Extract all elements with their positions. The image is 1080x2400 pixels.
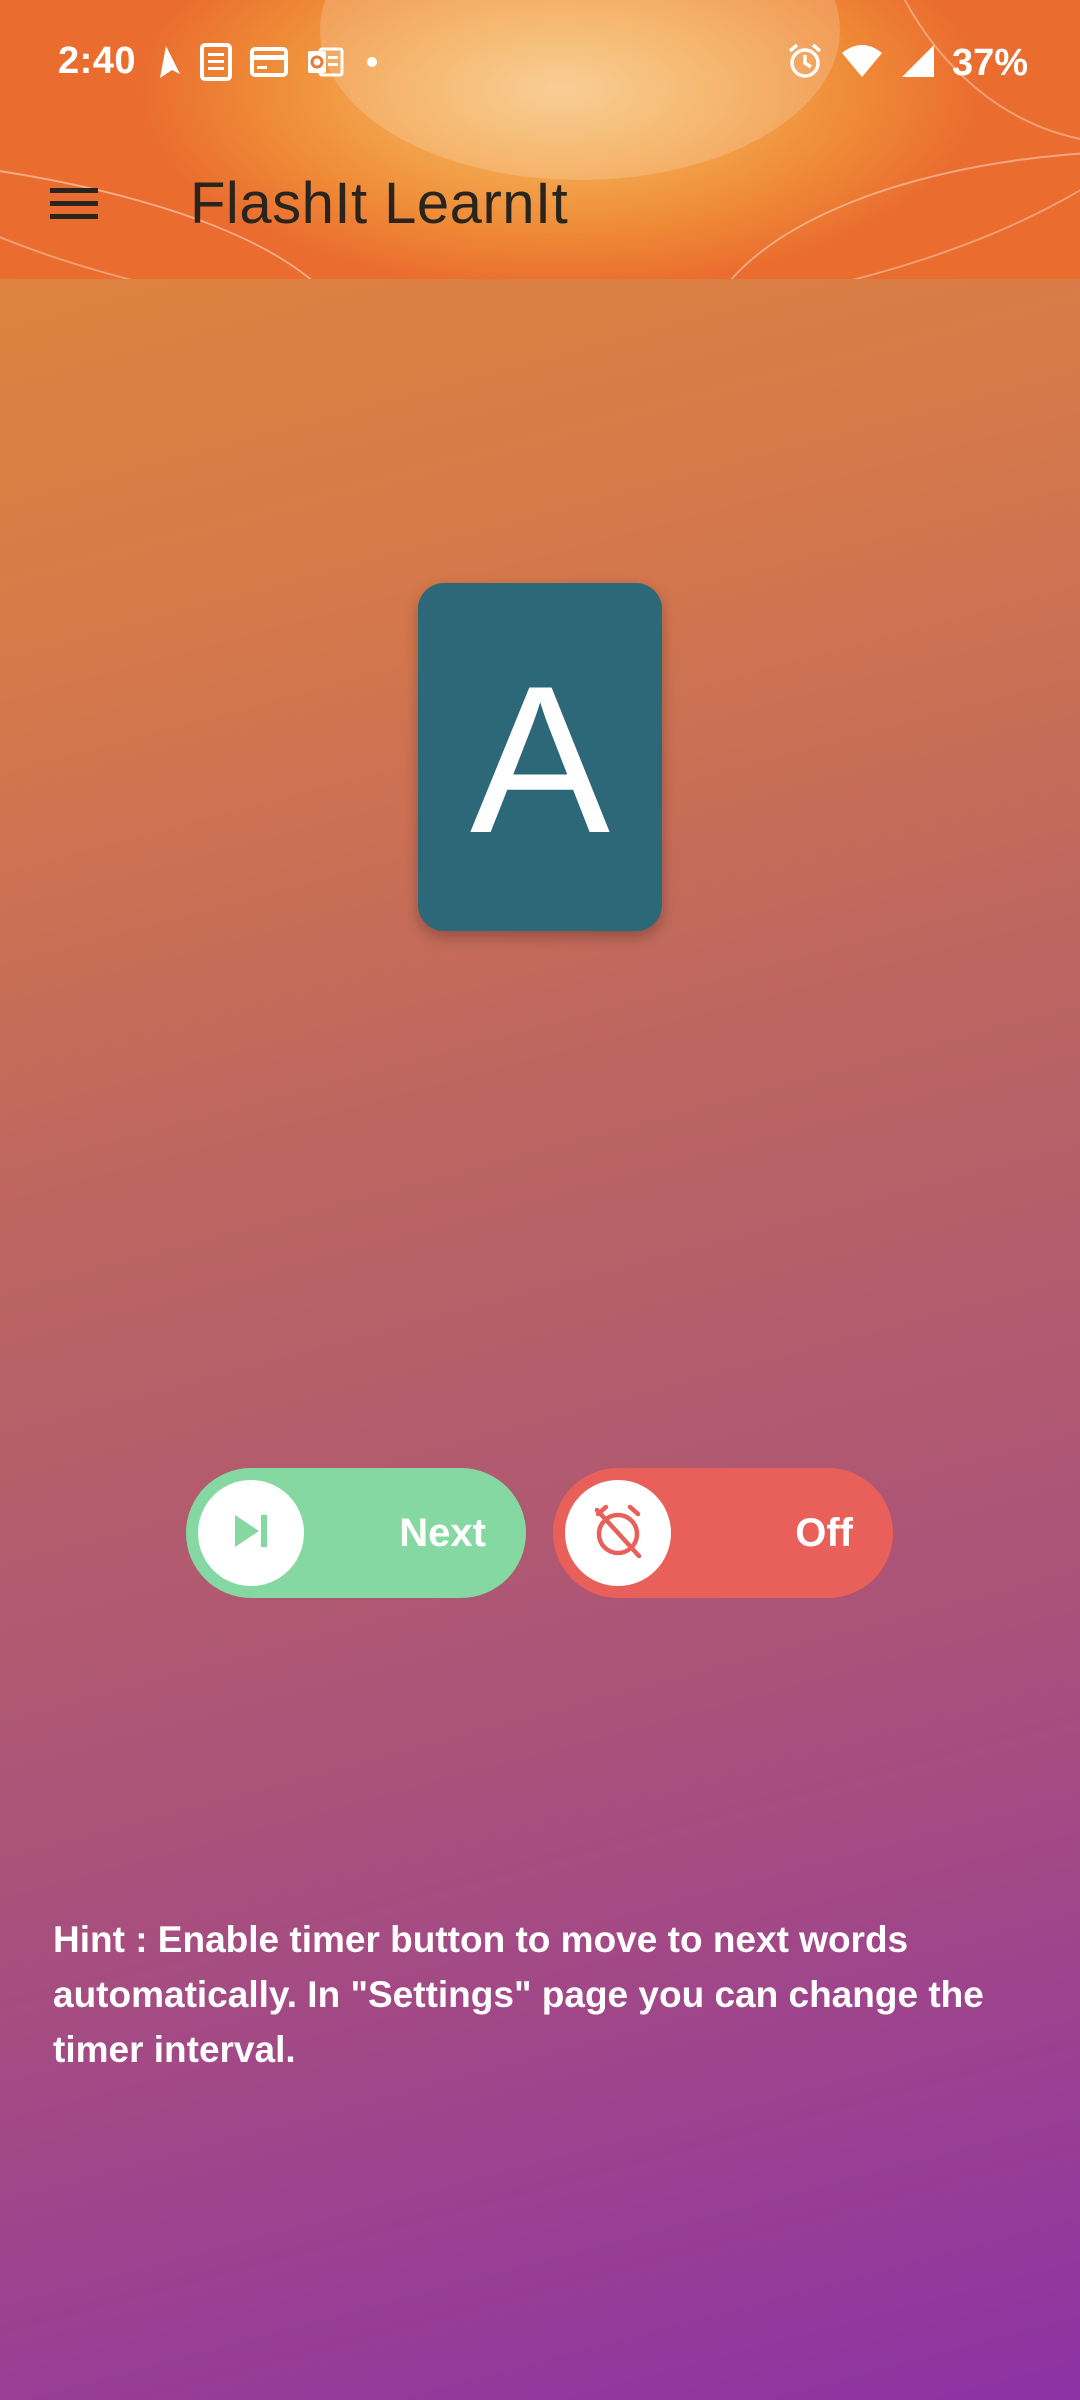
menu-icon: [49, 185, 99, 228]
status-bar: 2:40 37%: [0, 0, 1080, 132]
next-label: Next: [399, 1511, 486, 1555]
skip-next-icon: [231, 1513, 271, 1554]
timer-knob: [565, 1480, 671, 1586]
timer-toggle[interactable]: Off: [553, 1468, 893, 1598]
battery-percentage: 37%: [951, 41, 1028, 84]
system-icons: 37%: [786, 40, 1028, 86]
signal-icon: [900, 43, 936, 84]
outlook-icon: [306, 45, 344, 84]
dot-icon: [362, 52, 382, 77]
card-icon: [250, 46, 288, 82]
notification-icons: [158, 42, 382, 86]
status-time: 2:40: [58, 40, 137, 82]
menu-button[interactable]: [40, 172, 108, 240]
alarm-icon: [786, 42, 824, 85]
next-button[interactable]: Next: [186, 1468, 526, 1598]
navigation-icon: [158, 44, 182, 85]
wifi-icon: [840, 43, 884, 84]
header: 2:40 37% FlashIt LearnIt: [0, 0, 1080, 279]
app-bar: FlashIt LearnIt: [0, 132, 1080, 279]
app-title: FlashIt LearnIt: [190, 171, 569, 236]
timer-label: Off: [795, 1511, 853, 1555]
next-knob: [198, 1480, 304, 1586]
hint-text: Hint : Enable timer button to move to ne…: [53, 1919, 984, 2070]
document-icon: [200, 42, 232, 86]
timer-off-icon: [589, 1502, 647, 1565]
flashcard[interactable]: A: [418, 583, 662, 931]
flashcard-text: A: [469, 642, 611, 877]
